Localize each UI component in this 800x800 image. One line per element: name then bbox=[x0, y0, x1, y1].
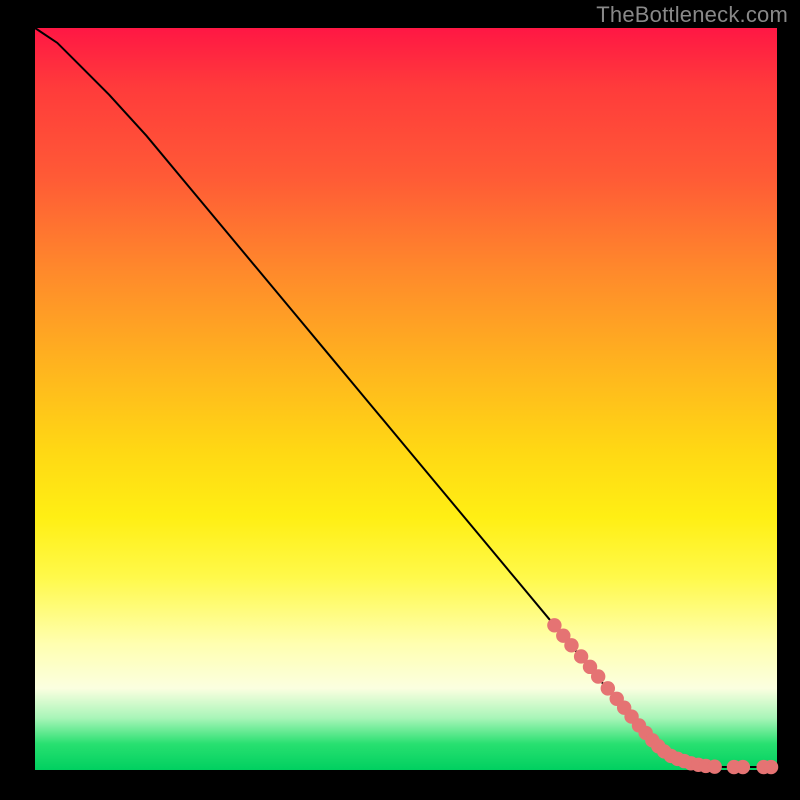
data-point-marker bbox=[707, 759, 721, 773]
data-point-marker bbox=[764, 760, 778, 774]
data-point-marker bbox=[564, 638, 578, 652]
data-point-marker bbox=[736, 760, 750, 774]
plot-area bbox=[35, 28, 777, 770]
marker-group bbox=[547, 618, 778, 774]
plot-overlay bbox=[35, 28, 777, 770]
data-point-marker bbox=[591, 669, 605, 683]
watermark-text: TheBottleneck.com bbox=[596, 2, 788, 28]
bottleneck-curve bbox=[35, 28, 777, 767]
